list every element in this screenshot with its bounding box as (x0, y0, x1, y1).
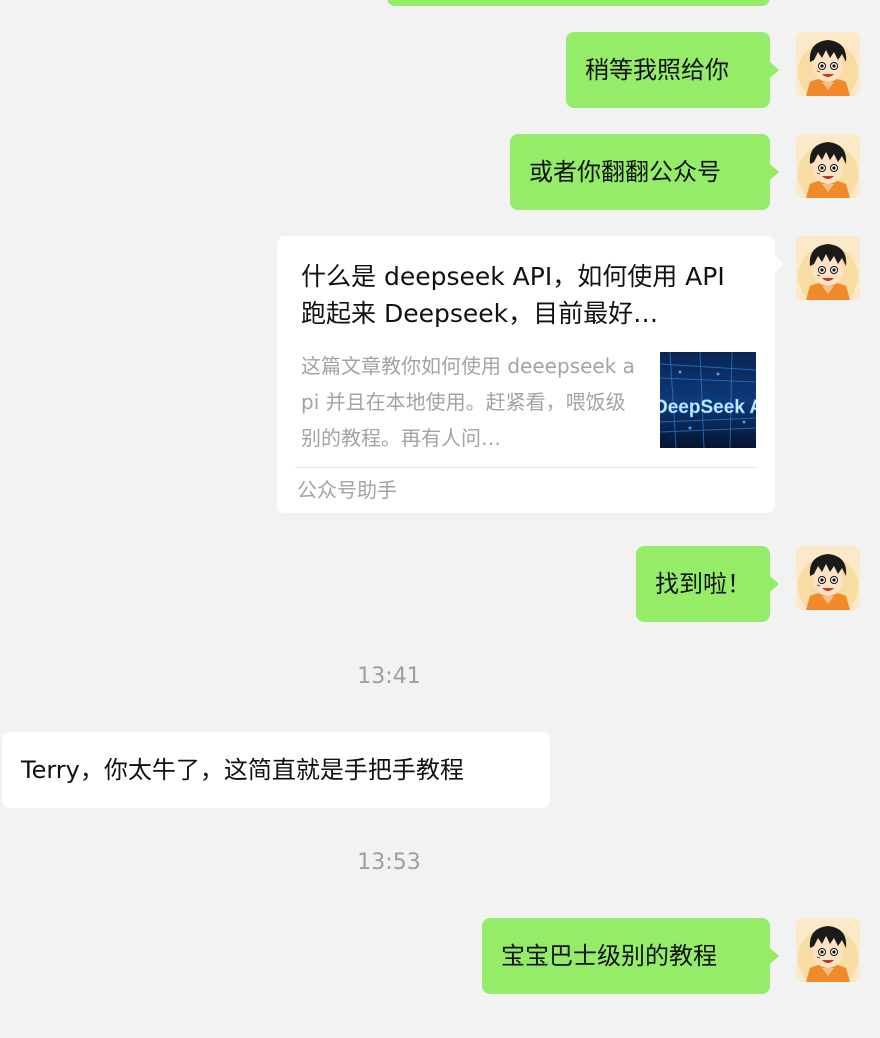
message-bubble[interactable]: 找到啦！ (636, 546, 770, 622)
article-thumbnail: DeepSeek A (660, 352, 756, 448)
luffy-avatar-icon (796, 546, 860, 610)
luffy-avatar-icon (796, 918, 860, 982)
message-text: 宝宝巴士级别的教程 (501, 942, 717, 970)
bubble-tail (770, 62, 779, 78)
luffy-avatar-icon (796, 236, 860, 300)
message-text: 稍等我照给你 (585, 56, 729, 84)
bubble-tail (770, 164, 779, 180)
thumbnail-text: DeepSeek A (660, 397, 756, 418)
message-bubble[interactable]: 稍等我照给你 (566, 32, 770, 108)
timestamp: 13:41 (357, 664, 421, 689)
message-bubble[interactable]: 宝宝巴士级别的教程 (482, 918, 770, 994)
message-bubble[interactable]: 或者你翻翻公众号 (510, 134, 770, 210)
card-divider (295, 467, 757, 468)
article-source: 公众号助手 (297, 478, 397, 502)
message-text: Terry，你太牛了，这简直就是手把手教程 (21, 756, 464, 784)
bubble-tail (770, 576, 779, 592)
article-title: 什么是 deepseek API，如何使用 API跑起来 Deepseek，目前… (301, 262, 725, 328)
bubble-tail (775, 256, 784, 272)
luffy-avatar-icon (796, 134, 860, 198)
avatar[interactable] (796, 32, 860, 96)
avatar[interactable] (796, 918, 860, 982)
article-description: 这篇文章教你如何使用 deeepseek api 并且在本地使用。赶紧看，喂饭级… (301, 354, 635, 450)
message-text: 或者你翻翻公众号 (529, 158, 721, 186)
avatar[interactable] (796, 134, 860, 198)
avatar[interactable] (796, 546, 860, 610)
avatar[interactable] (796, 236, 860, 300)
message-bubble[interactable]: Terry，你太牛了，这简直就是手把手教程 (2, 732, 550, 808)
message-text: 找到啦！ (655, 570, 751, 598)
timestamp: 13:53 (357, 850, 421, 875)
previous-message-bubble[interactable] (387, 0, 770, 6)
luffy-avatar-icon (796, 32, 860, 96)
bubble-tail (770, 948, 779, 964)
article-card[interactable]: 什么是 deepseek API，如何使用 API跑起来 Deepseek，目前… (277, 236, 775, 513)
